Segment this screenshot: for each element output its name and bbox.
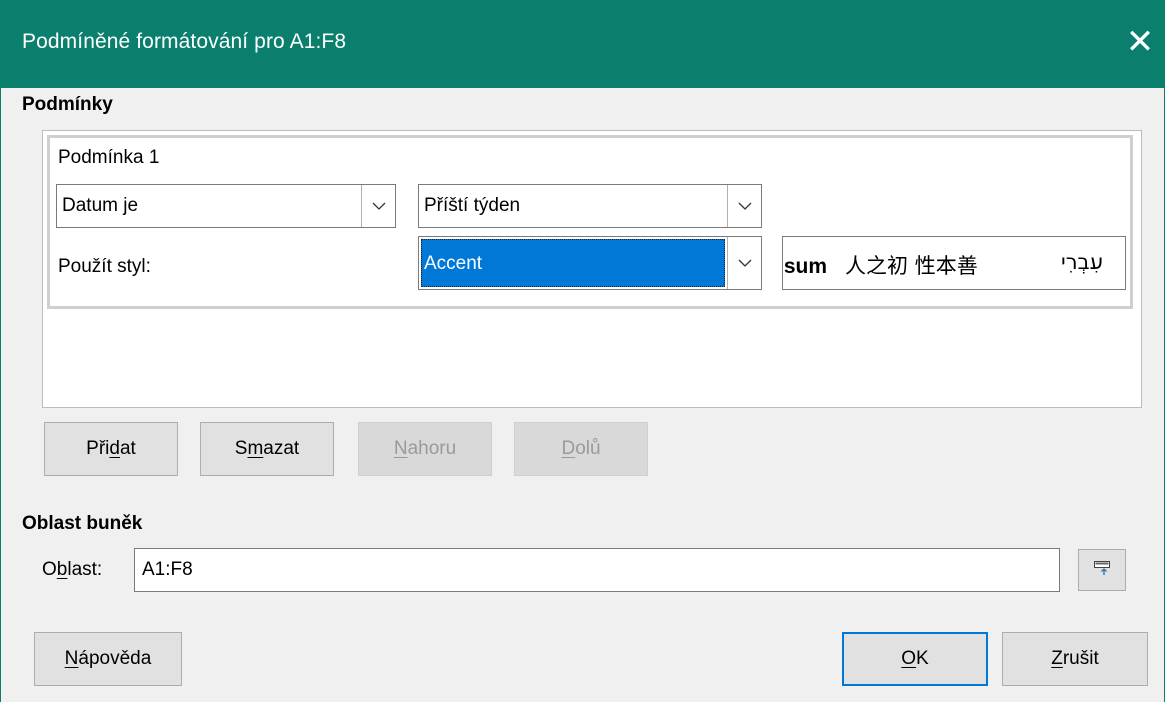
delete-mnemonic: m (247, 438, 264, 459)
style-select[interactable]: Accent (418, 236, 762, 290)
up-mnemonic: N (393, 438, 408, 459)
conditions-heading: Podmínky (22, 94, 113, 115)
help-mnemonic: N (64, 648, 79, 669)
down-mnemonic: D (561, 438, 576, 459)
delete-label-1: S (234, 438, 248, 459)
cell-range-heading: Oblast buněk (22, 513, 143, 534)
range-input[interactable]: A1:F8 (134, 548, 1060, 592)
range-field-label: Oblast: (42, 559, 102, 581)
style-value: Accent (424, 253, 483, 274)
down-label: olů (575, 438, 601, 459)
delete-button[interactable]: Smazat (200, 422, 334, 476)
style-preview: psum 人之初 性本善 עִבְרִי (782, 236, 1126, 290)
window-title: Podmíněné formátování pro A1:F8 (22, 30, 347, 53)
shrink-range-button[interactable] (1078, 549, 1126, 591)
cancel-button[interactable]: Zrušit (1002, 632, 1148, 686)
close-icon[interactable]: ✕ (1120, 22, 1160, 62)
preview-latin-text: psum (783, 255, 828, 278)
window-border-left (0, 88, 1, 702)
up-label: ahoru (407, 438, 457, 459)
help-label: ápověda (78, 648, 152, 669)
range-mnemonic: b (56, 559, 68, 580)
preview-cjk-text: 人之初 性本善 (845, 254, 978, 278)
condition-type-value: Datum je (62, 195, 139, 216)
add-label-1: Při (86, 438, 110, 459)
chevron-down-icon[interactable] (727, 185, 761, 227)
cancel-label: rušit (1062, 648, 1099, 669)
chevron-down-icon[interactable] (361, 185, 395, 227)
ok-button[interactable]: OK (842, 632, 988, 686)
add-mnemonic: d (109, 438, 120, 459)
delete-label-2: azat (263, 438, 300, 459)
move-down-button[interactable]: Dolů (514, 422, 648, 476)
range-label-2: last: (67, 559, 103, 580)
shrink-icon (1093, 560, 1111, 581)
add-button[interactable]: Přidat (44, 422, 178, 476)
date-condition-value: Příští týden (424, 195, 521, 216)
range-label-1: O (42, 559, 57, 580)
cancel-mnemonic: Z (1051, 648, 1063, 669)
chevron-down-icon[interactable] (727, 237, 761, 289)
ok-mnemonic: O (901, 648, 917, 669)
preview-hebrew-text: עִבְרִי (1061, 250, 1104, 274)
title-bar: Podmíněné formátování pro A1:F8 ✕ (0, 0, 1165, 88)
date-condition-select[interactable]: Příští týden (418, 184, 762, 228)
add-label-2: at (119, 438, 136, 459)
move-up-button[interactable]: Nahoru (358, 422, 492, 476)
range-input-value: A1:F8 (142, 559, 193, 580)
help-button[interactable]: Nápověda (34, 632, 182, 686)
ok-label: K (916, 648, 929, 669)
apply-style-label: Použít styl: (58, 256, 151, 277)
condition-type-select[interactable]: Datum je (56, 184, 396, 228)
condition-title: Podmínka 1 (58, 147, 160, 168)
